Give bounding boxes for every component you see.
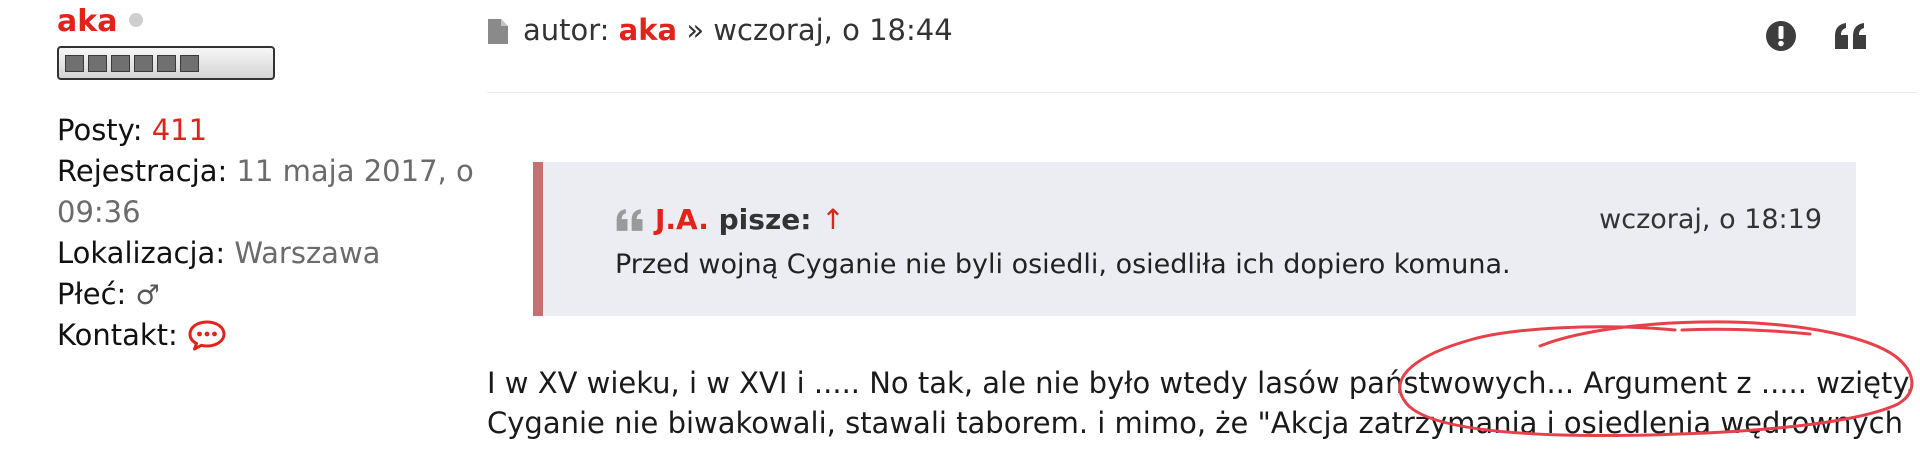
exclamation-circle-icon[interactable] [1765, 20, 1797, 56]
rank-block [111, 54, 130, 72]
rank-block [134, 54, 153, 72]
username-row: aka [57, 2, 144, 42]
quote-text: Przed wojną Cyganie nie byli osiedli, os… [615, 249, 1511, 280]
registration-label: Rejestracja: [57, 154, 228, 188]
quote-source-link[interactable]: ↑ [821, 203, 844, 236]
post-body-line: I w XV wieku, i w XVI i ..... No tak, al… [487, 366, 1915, 400]
registration-date: 11 maja 2017, o [236, 154, 474, 188]
rank-block [88, 54, 107, 72]
post-separator: » [686, 13, 705, 47]
rank-image [57, 46, 275, 80]
quote-block: J.A. pisze: ↑ wczoraj, o 18:19 Przed woj… [533, 162, 1856, 316]
location-value: Warszawa [234, 236, 381, 270]
author-prefix: autor: [523, 13, 610, 47]
gender-field: Płeć: ♂ [57, 274, 160, 316]
document-icon[interactable] [487, 18, 509, 49]
rank-block [65, 54, 84, 72]
quote-header: J.A. pisze: ↑ [615, 202, 845, 241]
quote-icon [615, 205, 645, 241]
post-body: I w XV wieku, i w XVI i ..... No tak, al… [487, 363, 1915, 443]
registration-field: Rejestracja: 11 maja 2017, o [57, 151, 474, 192]
post-time: wczoraj, o 18:44 [713, 13, 953, 47]
header-divider [487, 92, 1917, 93]
post-header: autor: aka » wczoraj, o 18:44 [487, 8, 1917, 52]
contact-field: Kontakt: [57, 315, 227, 362]
registration-time: 09:36 [57, 192, 141, 233]
quote-icon[interactable] [1833, 22, 1869, 54]
post-author-link[interactable]: aka [619, 13, 677, 47]
status-dot-icon [129, 13, 144, 27]
posts-field: Posty: 411 [57, 110, 207, 151]
quote-time: wczoraj, o 18:19 [1599, 204, 1822, 235]
male-icon: ♂ [135, 280, 160, 311]
posts-label: Posty: [57, 113, 143, 147]
location-label: Lokalizacja: [57, 236, 226, 270]
post-body-line: Cyganie nie biwakowali, stawali taborem.… [487, 406, 1903, 440]
rank-block [180, 54, 199, 72]
chat-bubble-icon[interactable] [187, 319, 227, 362]
posts-count-link[interactable]: 411 [152, 113, 207, 147]
rank-block [157, 54, 176, 72]
contact-label: Kontakt: [57, 318, 178, 352]
username-link[interactable]: aka [57, 4, 117, 39]
post-meta: autor: aka » wczoraj, o 18:44 [523, 8, 953, 52]
gender-label: Płeć: [57, 277, 127, 311]
registration-time-value: 09:36 [57, 195, 141, 229]
quote-author-link[interactable]: J.A. [655, 203, 709, 236]
location-field: Lokalizacja: Warszawa [57, 233, 380, 274]
quote-writes-label: pisze: [718, 203, 812, 236]
